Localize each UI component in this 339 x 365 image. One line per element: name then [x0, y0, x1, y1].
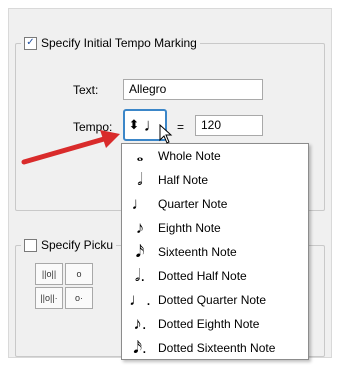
specify-tempo-checkbox[interactable]: ✓ — [24, 36, 37, 50]
dotted-half-note-icon: 𝅗𝅥. — [134, 266, 146, 285]
red-arrow-icon — [21, 130, 120, 165]
specify-pickup-checkbox[interactable] — [24, 238, 37, 252]
dropdown-item[interactable]: ♪. Dotted Eighth Note — [122, 312, 308, 336]
up-down-icon: ⬍ — [128, 117, 140, 132]
dropdown-item-label: Dotted Eighth Note — [158, 317, 260, 331]
whole-note-icon: 𝅝 — [136, 146, 144, 165]
dropdown-item-label: Quarter Note — [158, 197, 228, 211]
dropdown-item[interactable]: ♩ Quarter Note — [122, 192, 308, 216]
dropdown-item[interactable]: 𝅝 Whole Note — [122, 144, 308, 168]
sixteenth-note-icon: 𝅘𝅥𝅯 — [135, 242, 145, 261]
mouse-cursor-icon — [159, 124, 173, 144]
specify-pickup-label: Specify Picku — [41, 238, 114, 252]
equals-sign: = — [177, 120, 185, 134]
dropdown-item-label: Sixteenth Note — [158, 245, 237, 259]
dotted-sixteenth-note-icon: 𝅘𝅥𝅯. — [133, 338, 147, 357]
text-label: Text: — [73, 83, 99, 97]
dropdown-item[interactable]: 𝅘𝅥𝅯. Dotted Sixteenth Note — [122, 336, 308, 360]
pickup-whole-button[interactable]: o — [65, 263, 93, 285]
dropdown-item[interactable]: 𝅘𝅥𝅯 Sixteenth Note — [122, 240, 308, 264]
dropdown-item-label: Dotted Half Note — [158, 269, 247, 283]
dropdown-item[interactable]: ♪ Eighth Note — [122, 216, 308, 240]
dropdown-item-label: Half Note — [158, 173, 209, 187]
dropdown-item-label: Eighth Note — [158, 221, 221, 235]
dotted-eighth-note-icon: ♪. — [133, 314, 147, 333]
dropdown-item-label: Whole Note — [158, 149, 221, 163]
dropdown-item-label: Dotted Sixteenth Note — [158, 341, 276, 355]
pickup-dotted-whole-button[interactable]: o· — [65, 287, 93, 309]
dotted-quarter-note-icon: ♩. — [129, 290, 151, 309]
eighth-note-icon: ♪ — [135, 218, 145, 237]
text-input[interactable]: Allegro — [123, 79, 263, 100]
specify-tempo-legend[interactable]: ✓ Specify Initial Tempo Marking — [21, 36, 200, 50]
dropdown-item-label: Dotted Quarter Note — [158, 293, 267, 307]
dropdown-item[interactable]: 𝅗𝅥 Half Note — [122, 168, 308, 192]
pickup-dotted-double-whole-button[interactable]: ||o||· — [35, 287, 63, 309]
dropdown-item[interactable]: ♩. Dotted Quarter Note — [122, 288, 308, 312]
tempo-value-input[interactable]: 120 — [195, 115, 263, 136]
note-value-dropdown: 𝅝 Whole Note 𝅗𝅥 Half Note ♩ Quarter Note ♪ Eigh… — [121, 143, 309, 360]
specify-pickup-legend[interactable]: Specify Picku — [21, 238, 117, 252]
pickup-double-whole-button[interactable]: ||o|| — [35, 263, 63, 285]
specify-tempo-label: Specify Initial Tempo Marking — [41, 36, 197, 50]
half-note-icon: 𝅗𝅥 — [137, 170, 143, 189]
dropdown-item[interactable]: 𝅗𝅥. Dotted Half Note — [122, 264, 308, 288]
quarter-note-icon: ♩ — [131, 194, 149, 213]
